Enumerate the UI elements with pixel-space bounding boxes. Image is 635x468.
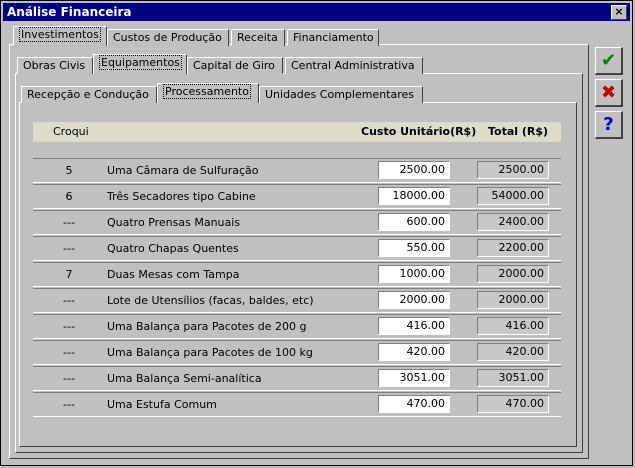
unit-cost-field[interactable]: 2500.00 xyxy=(378,161,450,179)
tab-investimentos[interactable]: Investimentos xyxy=(13,26,107,46)
row-croqui: --- xyxy=(63,242,75,255)
row-description: Quatro Chapas Quentes xyxy=(107,242,239,255)
unit-cost-field[interactable]: 3051.00 xyxy=(378,369,450,387)
row-description: Quatro Prensas Manuais xyxy=(107,216,241,229)
row-croqui: 7 xyxy=(65,268,73,281)
table-row: --- Lote de Utensílios (facas, baldes, e… xyxy=(33,288,561,313)
tab-obras-civis[interactable]: Obras Civis xyxy=(17,57,93,74)
row-croqui: --- xyxy=(63,372,75,385)
x-icon: ✖ xyxy=(600,82,617,103)
total-field: 470.00 xyxy=(477,395,549,413)
row-croqui: 5 xyxy=(65,164,73,177)
total-field: 420.00 xyxy=(477,343,549,361)
tab-central-administrativa[interactable]: Central Administrativa xyxy=(285,57,423,74)
main-window: Análise Financeira × Investimentos Custo… xyxy=(0,0,633,466)
tab-capital-de-giro[interactable]: Capital de Giro xyxy=(187,57,283,74)
unit-cost-field[interactable]: 420.00 xyxy=(378,343,450,361)
tab-recepcao-e-conducao[interactable]: Recepção e Condução xyxy=(21,86,157,103)
tab-receita[interactable]: Receita xyxy=(231,29,285,46)
total-field: 54000.00 xyxy=(477,187,549,205)
row-description: Uma Balança para Pacotes de 100 kg xyxy=(107,346,313,359)
row-description: Uma Câmara de Sulfuração xyxy=(107,164,259,177)
table-row: --- Uma Balança para Pacotes de 200 g 41… xyxy=(33,314,561,339)
row-description: Três Secadores tipo Cabine xyxy=(107,190,256,203)
tab-unidades-complementares[interactable]: Unidades Complementares xyxy=(259,86,423,103)
table-row: --- Quatro Chapas Quentes 550.00 2200.00 xyxy=(33,236,561,261)
header-unit-cost: Custo Unitário(R$) xyxy=(361,125,477,138)
row-description: Uma Balança Semi-analítica xyxy=(107,372,262,385)
table-row: 5 Uma Câmara de Sulfuração 2500.00 2500.… xyxy=(33,158,561,183)
row-description: Uma Balança para Pacotes de 200 g xyxy=(107,320,307,333)
tab-equipamentos[interactable]: Equipamentos xyxy=(93,54,187,74)
table-row: --- Uma Estufa Comum 470.00 470.00 xyxy=(33,392,561,417)
row-description: Uma Estufa Comum xyxy=(107,398,217,411)
title-bar[interactable]: Análise Financeira × xyxy=(3,3,630,21)
header-croqui: Croqui xyxy=(53,125,89,138)
unit-cost-field[interactable]: 550.00 xyxy=(378,239,450,257)
tab-financiamento[interactable]: Financiamento xyxy=(287,29,379,46)
row-croqui: 6 xyxy=(65,190,73,203)
equipment-table: 5 Uma Câmara de Sulfuração 2500.00 2500.… xyxy=(33,158,561,418)
table-row: 6 Três Secadores tipo Cabine 18000.00 54… xyxy=(33,184,561,209)
check-icon: ✔ xyxy=(600,50,617,71)
window-title: Análise Financeira xyxy=(7,5,132,19)
total-field: 3051.00 xyxy=(477,369,549,387)
total-field: 2000.00 xyxy=(477,265,549,283)
unit-cost-field[interactable]: 1000.00 xyxy=(378,265,450,283)
cancel-button[interactable]: ✖ xyxy=(595,79,623,107)
row-croqui: --- xyxy=(63,216,75,229)
row-description: Lote de Utensílios (facas, baldes, etc) xyxy=(107,294,314,307)
table-header: Croqui Custo Unitário(R$) Total (R$) xyxy=(33,122,561,142)
help-button[interactable]: ? xyxy=(595,111,623,139)
table-row: 7 Duas Mesas com Tampa 1000.00 2000.00 xyxy=(33,262,561,287)
total-field: 416.00 xyxy=(477,317,549,335)
total-field: 2000.00 xyxy=(477,291,549,309)
row-croqui: --- xyxy=(63,346,75,359)
header-total: Total (R$) xyxy=(488,125,549,138)
close-button[interactable]: × xyxy=(611,5,627,20)
tab-processamento[interactable]: Processamento xyxy=(157,83,259,103)
unit-cost-field[interactable]: 18000.00 xyxy=(378,187,450,205)
ok-button[interactable]: ✔ xyxy=(595,47,623,75)
row-croqui: --- xyxy=(63,320,75,333)
question-icon: ? xyxy=(603,114,614,135)
unit-cost-field[interactable]: 2000.00 xyxy=(378,291,450,309)
total-field: 2200.00 xyxy=(477,239,549,257)
total-field: 2500.00 xyxy=(477,161,549,179)
row-description: Duas Mesas com Tampa xyxy=(107,268,240,281)
unit-cost-field[interactable]: 470.00 xyxy=(378,395,450,413)
table-row: --- Uma Balança Semi-analítica 3051.00 3… xyxy=(33,366,561,391)
table-row: --- Quatro Prensas Manuais 600.00 2400.0… xyxy=(33,210,561,235)
unit-cost-field[interactable]: 600.00 xyxy=(378,213,450,231)
row-croqui: --- xyxy=(63,398,75,411)
tab-custos-de-producao[interactable]: Custos de Produção xyxy=(107,29,229,46)
total-field: 2400.00 xyxy=(477,213,549,231)
table-row: --- Uma Balança para Pacotes de 100 kg 4… xyxy=(33,340,561,365)
row-croqui: --- xyxy=(63,294,75,307)
unit-cost-field[interactable]: 416.00 xyxy=(378,317,450,335)
